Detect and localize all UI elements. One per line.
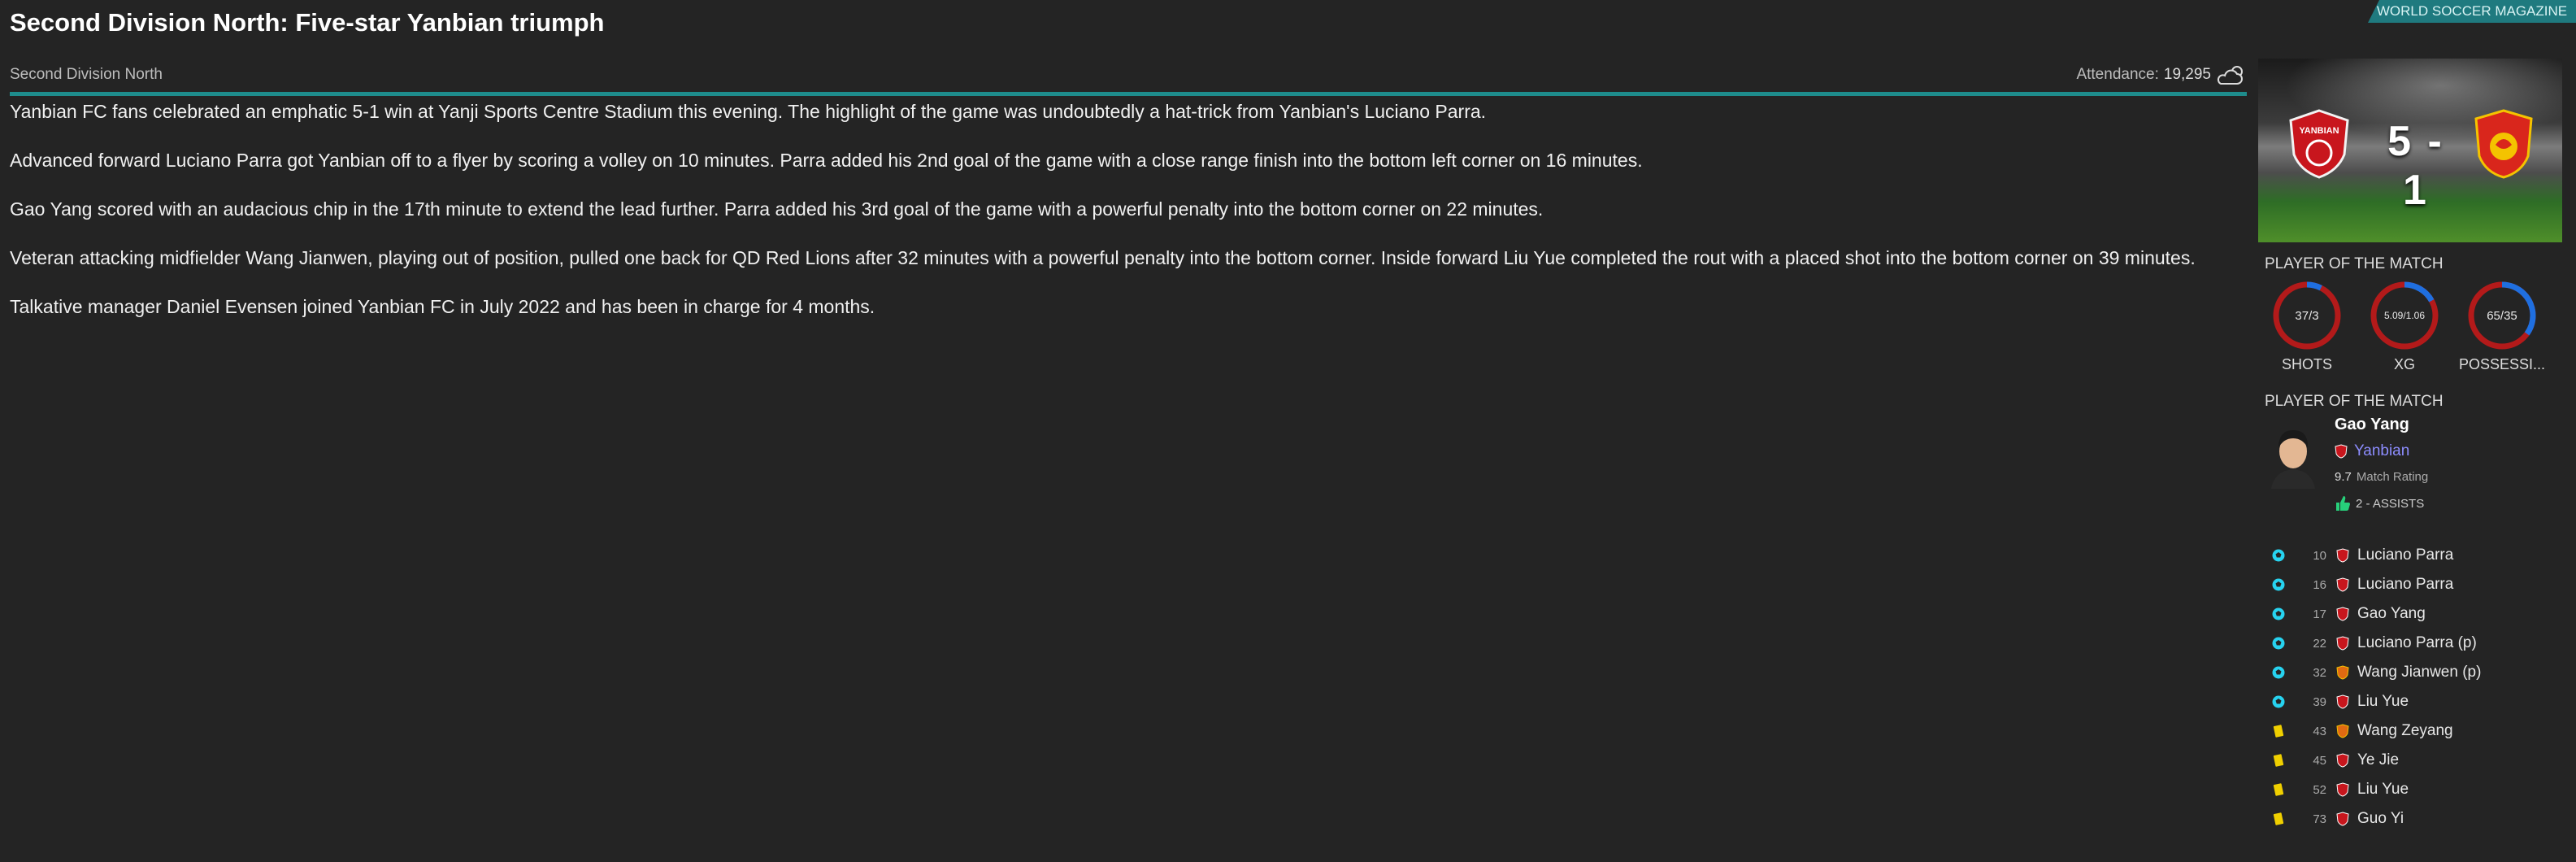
- home-team-crest-icon: YANBIAN: [2289, 109, 2349, 179]
- header-divider: [10, 92, 2247, 96]
- assists-label: 2 - ASSISTS: [2356, 496, 2425, 511]
- match-event-row[interactable]: 39 Liu Yue: [2258, 687, 2562, 716]
- away-team-crest-icon: [2474, 109, 2533, 179]
- goal-icon: [2258, 694, 2299, 709]
- home-team-crest-icon: [2336, 694, 2349, 709]
- rating-value: 9.7: [2335, 470, 2352, 484]
- article-paragraph: Veteran attacking midfielder Wang Jianwe…: [10, 247, 2196, 268]
- event-player-name[interactable]: Luciano Parra: [2357, 576, 2453, 594]
- event-minute: 39: [2313, 694, 2326, 709]
- match-event-row[interactable]: 16 Luciano Parra: [2258, 570, 2562, 599]
- match-sidebar: YANBIAN 5 - 1 PLAYER OF THE MATCH 37/3 S…: [2258, 59, 2562, 834]
- event-minute: 17: [2313, 607, 2326, 621]
- event-player-name[interactable]: Wang Zeyang: [2357, 722, 2453, 740]
- goal-icon: [2258, 636, 2299, 651]
- match-event-row[interactable]: 10 Luciano Parra: [2258, 541, 2562, 570]
- event-player-name[interactable]: Liu Yue: [2357, 781, 2409, 799]
- match-event-row[interactable]: 45 Ye Jie: [2258, 746, 2562, 775]
- yellow-card-icon: [2258, 812, 2299, 826]
- attendance-value: 19,295: [2163, 66, 2211, 83]
- article-paragraph: Talkative manager Daniel Evensen joined …: [10, 296, 875, 317]
- stat-value: 37/3: [2295, 308, 2319, 323]
- event-minute: 43: [2313, 724, 2326, 738]
- stat-possession: 65/35 POSSESSI...: [2453, 280, 2551, 373]
- home-team-crest-icon: [2336, 636, 2349, 651]
- stat-xg: 5.09/1.06 XG: [2356, 280, 2453, 373]
- stat-value: 5.09/1.06: [2383, 310, 2426, 321]
- event-player-name[interactable]: Gao Yang: [2357, 605, 2426, 623]
- event-player-name[interactable]: Ye Jie: [2357, 751, 2399, 769]
- yellow-card-icon: [2258, 753, 2299, 768]
- away-team-crest-icon: [2336, 724, 2349, 738]
- stat-value: 65/35: [2487, 308, 2517, 323]
- thumbs-up-icon: [2336, 496, 2350, 511]
- xg-donut: 5.09/1.06: [2369, 280, 2440, 351]
- home-team-crest-icon: [2335, 444, 2348, 459]
- event-minute: 45: [2313, 753, 2326, 768]
- potm-assists: 2 - ASSISTS: [2335, 495, 2428, 512]
- match-stats: 37/3 SHOTS 5.09/1.06 XG 65/35 POSSESSI..…: [2258, 280, 2562, 373]
- event-minute: 32: [2313, 665, 2326, 680]
- article-body: Yanbian FC fans celebrated an emphatic 5…: [10, 99, 2229, 343]
- attendance-label: Attendance:: [2076, 66, 2159, 83]
- potm-team[interactable]: Yanbian: [2335, 442, 2428, 460]
- event-minute: 16: [2313, 577, 2326, 592]
- home-team-crest-icon: [2336, 812, 2349, 826]
- attendance: Attendance: 19,295: [2076, 63, 2247, 87]
- event-player-name[interactable]: Luciano Parra: [2357, 546, 2453, 564]
- article-paragraph: Gao Yang scored with an audacious chip i…: [10, 198, 1544, 220]
- weather-cloudy-sun-icon: [2217, 66, 2243, 85]
- rating-label: Match Rating: [2356, 470, 2429, 484]
- article-subheader: Second Division North Attendance: 19,295: [10, 59, 2247, 91]
- match-event-row[interactable]: 52 Liu Yue: [2258, 775, 2562, 804]
- goal-icon: [2258, 665, 2299, 680]
- match-event-row[interactable]: 32 Wang Jianwen (p): [2258, 658, 2562, 687]
- article-paragraph: Yanbian FC fans celebrated an emphatic 5…: [10, 101, 1487, 122]
- goal-icon: [2258, 607, 2299, 621]
- potm-rating: 9.7 Match Rating: [2335, 470, 2428, 484]
- event-player-name[interactable]: Liu Yue: [2357, 693, 2409, 711]
- source-badge: WORLD SOCCER MAGAZINE: [2368, 0, 2576, 23]
- potm-team-name[interactable]: Yanbian: [2354, 442, 2409, 460]
- yellow-card-icon: [2258, 782, 2299, 797]
- home-team-crest-icon: [2336, 548, 2349, 563]
- match-events-list: 10 Luciano Parra 16 Luciano Parra 17 Gao Yang…: [2258, 541, 2562, 834]
- shots-donut: 37/3: [2271, 280, 2343, 351]
- goal-icon: [2258, 548, 2299, 563]
- yellow-card-icon: [2258, 724, 2299, 738]
- event-minute: 73: [2313, 812, 2326, 826]
- page-title: Second Division North: Five-star Yanbian…: [10, 8, 605, 37]
- home-team-crest-icon: [2336, 753, 2349, 768]
- goal-icon: [2258, 577, 2299, 592]
- home-team-crest-icon: [2336, 607, 2349, 621]
- match-event-row[interactable]: 17 Gao Yang: [2258, 599, 2562, 629]
- article-paragraph: Advanced forward Luciano Parra got Yanbi…: [10, 150, 1643, 171]
- away-team-crest-icon: [2336, 665, 2349, 680]
- potm-player-name[interactable]: Gao Yang: [2335, 416, 2428, 434]
- player-of-the-match[interactable]: Gao Yang Yanbian 9.7 Match Rating 2 - ASS…: [2258, 416, 2562, 512]
- final-score: 5 - 1: [2387, 118, 2444, 214]
- event-minute: 22: [2313, 636, 2326, 651]
- event-player-name[interactable]: Luciano Parra (p): [2357, 634, 2477, 652]
- stat-label: XG: [2393, 356, 2415, 372]
- svg-text:YANBIAN: YANBIAN: [2299, 126, 2339, 136]
- event-player-name[interactable]: Guo Yi: [2357, 810, 2404, 828]
- event-minute: 52: [2313, 782, 2326, 797]
- stat-shots: 37/3 SHOTS: [2258, 280, 2356, 373]
- competition-link[interactable]: Second Division North: [10, 66, 163, 84]
- stat-label: POSSESSI...: [2458, 356, 2546, 372]
- stat-label: SHOTS: [2281, 356, 2332, 372]
- match-event-row[interactable]: 43 Wang Zeyang: [2258, 716, 2562, 746]
- home-team-crest-icon: [2336, 782, 2349, 797]
- event-player-name[interactable]: Wang Jianwen (p): [2357, 664, 2481, 681]
- event-minute: 10: [2313, 548, 2326, 563]
- match-event-row[interactable]: 22 Luciano Parra (p): [2258, 629, 2562, 658]
- match-score-image[interactable]: YANBIAN 5 - 1: [2258, 59, 2562, 242]
- player-avatar[interactable]: [2265, 424, 2322, 489]
- match-event-row[interactable]: 73 Guo Yi: [2258, 804, 2562, 834]
- home-team-crest-icon: [2336, 577, 2349, 592]
- possession-donut: 65/35: [2466, 280, 2538, 351]
- stats-title: PLAYER OF THE MATCH: [2265, 255, 2444, 272]
- potm-title: PLAYER OF THE MATCH: [2265, 393, 2444, 410]
